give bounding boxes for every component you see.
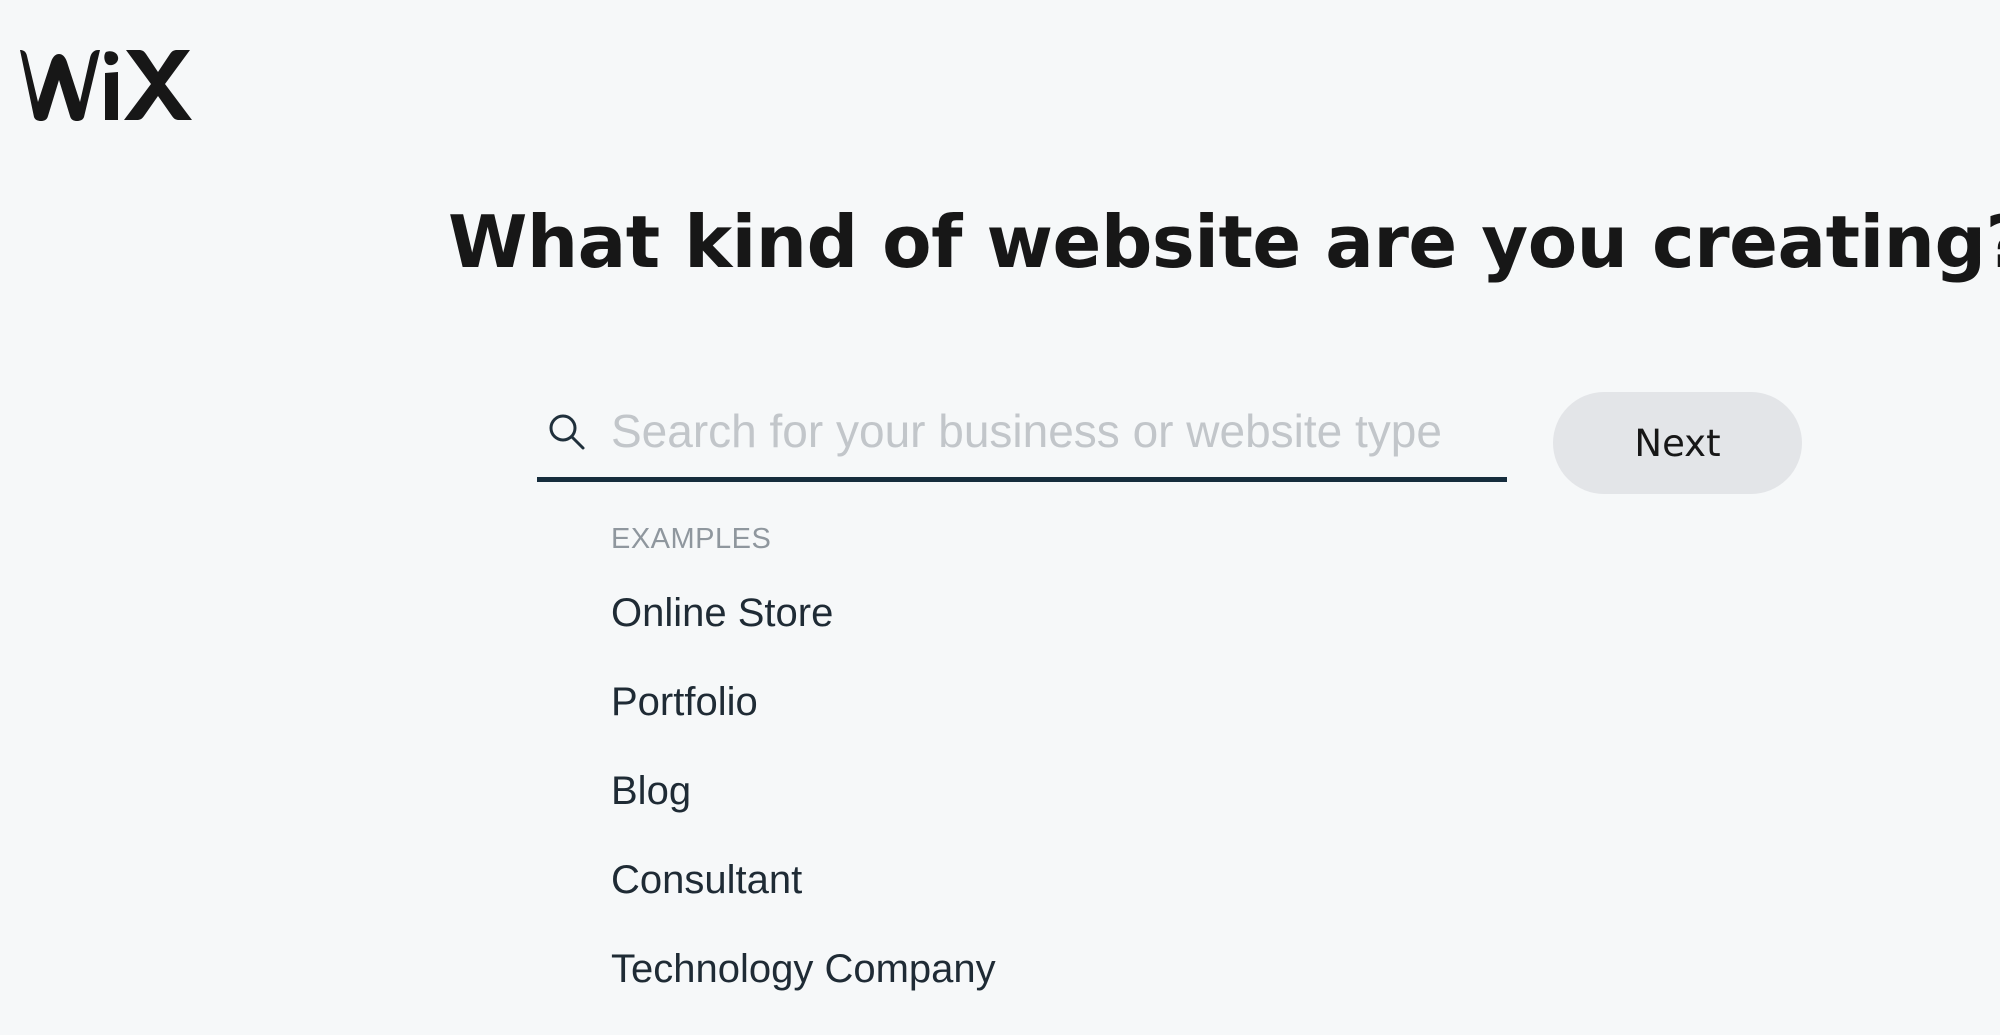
examples-heading: EXAMPLES <box>611 523 772 555</box>
wix-logo[interactable] <box>18 44 194 124</box>
example-item-blog[interactable]: Blog <box>611 766 996 855</box>
search-input[interactable] <box>611 396 1491 466</box>
wix-logo-mark <box>20 50 192 121</box>
next-button[interactable]: Next <box>1553 392 1802 494</box>
example-item-consultant[interactable]: Consultant <box>611 855 996 944</box>
example-item-online-store[interactable]: Online Store <box>611 588 996 677</box>
search-icon <box>547 412 587 452</box>
page-title: What kind of website are you creating? <box>448 200 2000 284</box>
search-field[interactable] <box>537 390 1507 482</box>
examples-section: EXAMPLES Online Store Portfolio Blog Con… <box>611 518 996 991</box>
example-item-portfolio[interactable]: Portfolio <box>611 677 996 766</box>
example-item-technology-company[interactable]: Technology Company <box>611 944 996 1033</box>
examples-list: Online Store Portfolio Blog Consultant T… <box>611 588 996 1033</box>
